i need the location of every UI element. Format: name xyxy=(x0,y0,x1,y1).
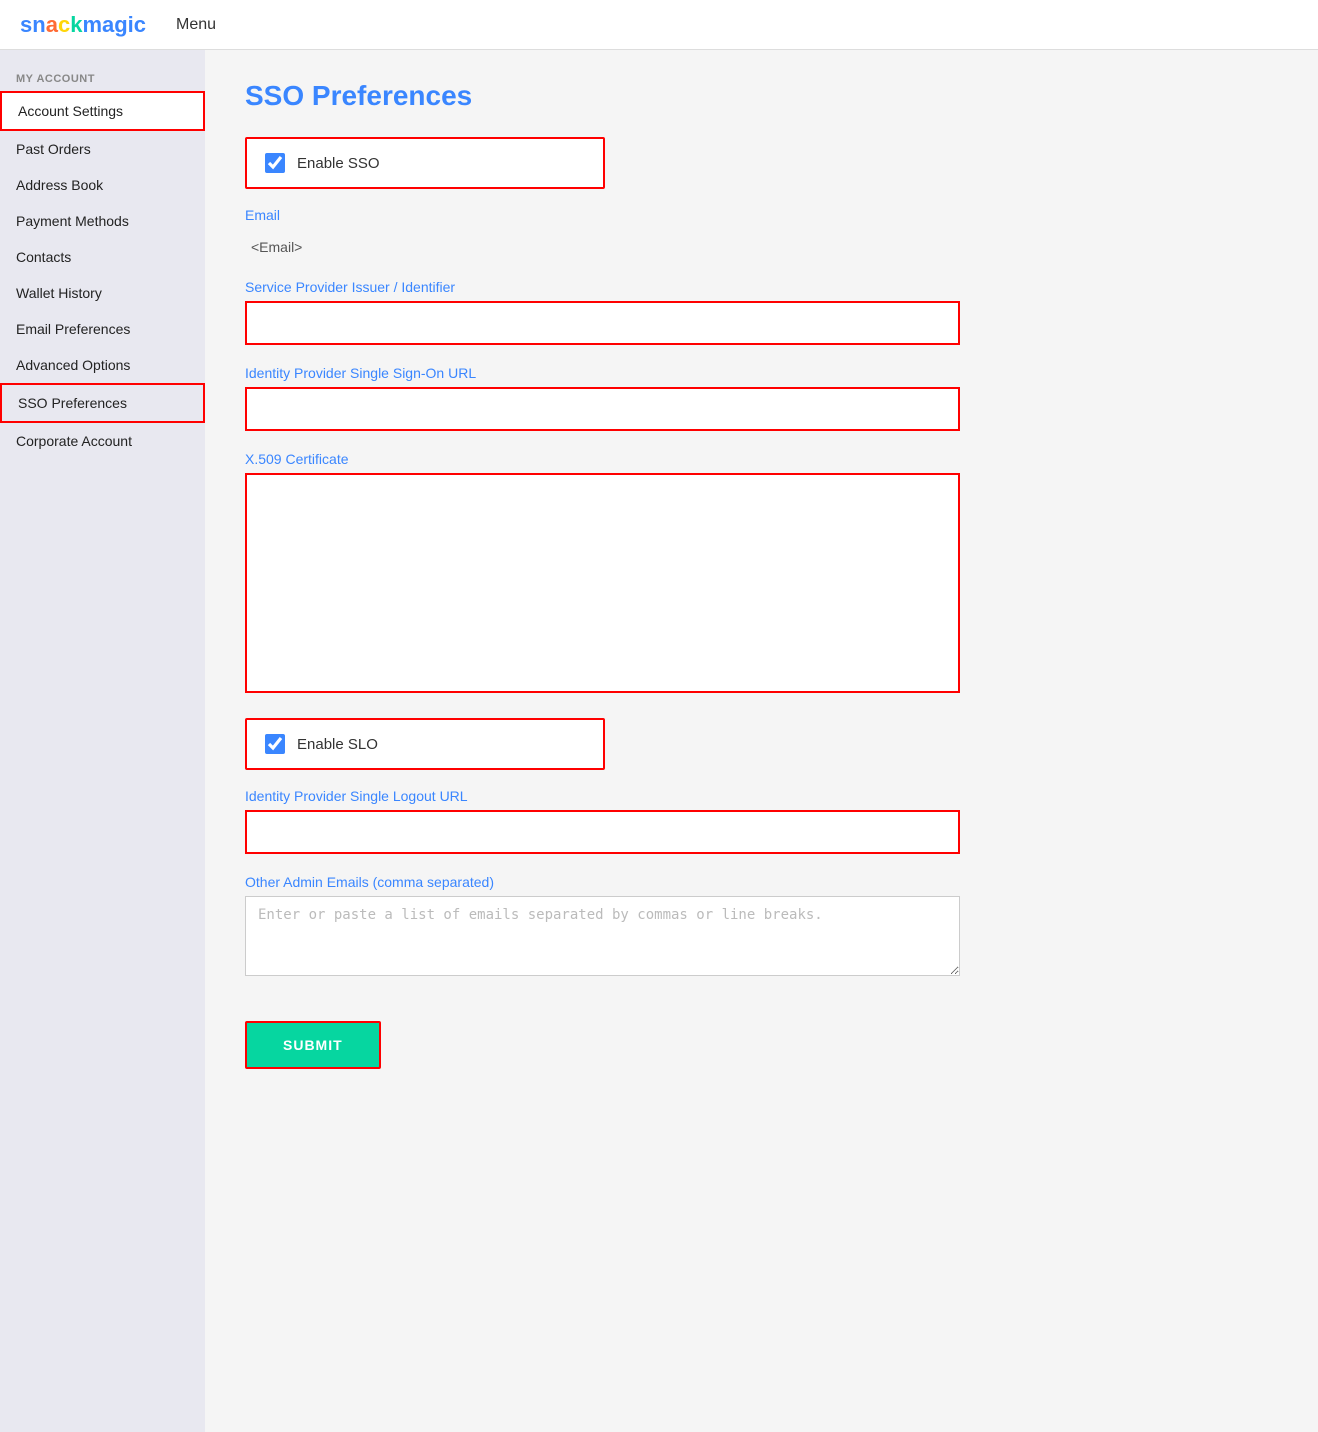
sidebar-item-email-preferences[interactable]: Email Preferences xyxy=(0,311,205,347)
enable-sso-container: Enable SSO xyxy=(245,137,605,189)
admin-emails-textarea[interactable] xyxy=(245,896,960,976)
idp-sso-url-section: Identity Provider Single Sign-On URL xyxy=(245,365,1278,431)
sidebar-item-address-book[interactable]: Address Book xyxy=(0,167,205,203)
page-title: SSO Preferences xyxy=(245,80,1278,112)
layout: MY ACCOUNT Account Settings Past Orders … xyxy=(0,50,1318,1432)
sidebar-item-sso-preferences[interactable]: SSO Preferences xyxy=(0,383,205,423)
service-provider-section: Service Provider Issuer / Identifier xyxy=(245,279,1278,345)
enable-slo-checkbox[interactable] xyxy=(265,734,285,754)
sidebar-item-payment-methods[interactable]: Payment Methods xyxy=(0,203,205,239)
service-provider-label: Service Provider Issuer / Identifier xyxy=(245,279,1278,295)
enable-sso-checkbox[interactable] xyxy=(265,153,285,173)
menu-button[interactable]: Menu xyxy=(176,16,216,34)
x509-label: X.509 Certificate xyxy=(245,451,1278,467)
x509-section: X.509 Certificate xyxy=(245,451,1278,698)
sidebar-item-corporate-account[interactable]: Corporate Account xyxy=(0,423,205,459)
sidebar-section-label: MY ACCOUNT xyxy=(0,65,205,91)
email-value: <Email> xyxy=(245,229,1278,259)
submit-button[interactable]: SUBMIT xyxy=(245,1021,381,1069)
idp-slo-url-section: Identity Provider Single Logout URL xyxy=(245,788,1278,854)
sidebar-item-wallet-history[interactable]: Wallet History xyxy=(0,275,205,311)
sidebar-item-advanced-options[interactable]: Advanced Options xyxy=(0,347,205,383)
logo: snackmagic xyxy=(20,12,146,38)
main-content: SSO Preferences Enable SSO Email <Email>… xyxy=(205,50,1318,1432)
x509-wrapper xyxy=(245,473,960,698)
sidebar-item-past-orders[interactable]: Past Orders xyxy=(0,131,205,167)
email-section: Email <Email> xyxy=(245,207,1278,259)
idp-sso-url-label: Identity Provider Single Sign-On URL xyxy=(245,365,1278,381)
enable-sso-label[interactable]: Enable SSO xyxy=(297,155,380,172)
admin-emails-section: Other Admin Emails (comma separated) xyxy=(245,874,1278,981)
idp-sso-url-input[interactable] xyxy=(245,387,960,431)
idp-slo-url-input[interactable] xyxy=(245,810,960,854)
x509-textarea[interactable] xyxy=(245,473,960,693)
enable-slo-label[interactable]: Enable SLO xyxy=(297,736,378,753)
service-provider-input[interactable] xyxy=(245,301,960,345)
enable-slo-container: Enable SLO xyxy=(245,718,605,770)
email-label: Email xyxy=(245,207,1278,223)
admin-emails-label: Other Admin Emails (comma separated) xyxy=(245,874,1278,890)
header: snackmagic Menu xyxy=(0,0,1318,50)
idp-slo-url-label: Identity Provider Single Logout URL xyxy=(245,788,1278,804)
sidebar-item-account-settings[interactable]: Account Settings xyxy=(0,91,205,131)
sidebar: MY ACCOUNT Account Settings Past Orders … xyxy=(0,50,205,1432)
sidebar-item-contacts[interactable]: Contacts xyxy=(0,239,205,275)
